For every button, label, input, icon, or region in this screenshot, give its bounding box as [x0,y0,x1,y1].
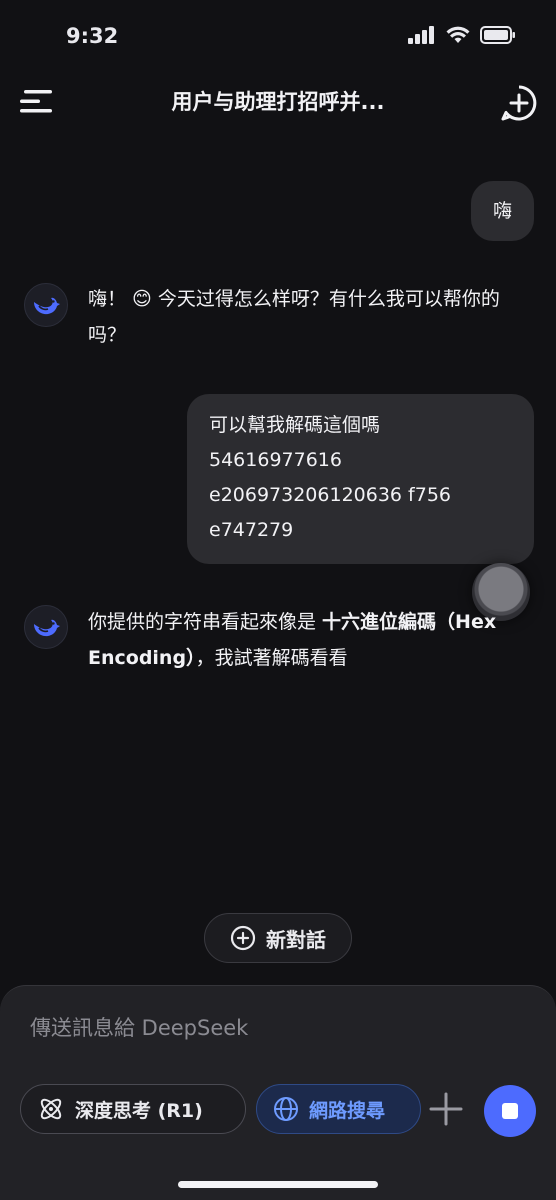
attach-plus-icon[interactable] [428,1090,464,1128]
assistant-message: 你提供的字符串看起來像是 十六進位編碼（Hex Encoding），我試著解碼看… [88,604,533,676]
plus-circle-icon [230,925,256,951]
deepseek-whale-icon [34,619,60,637]
status-time: 9:32 [66,24,119,48]
user-message-line: e747279 [209,519,294,541]
menu-icon[interactable] [18,88,54,114]
user-message: 可以幫我解碼這個嗎 54616977616 e206973206120636 f… [187,394,534,564]
status-icons [408,26,516,44]
new-chat-label: 新對話 [266,927,326,952]
assistant-message-text: 你提供的字符串看起來像是 [88,611,323,633]
deep-think-label: 深度思考 (R1) [75,1099,203,1122]
assistant-avatar [24,283,68,327]
assistant-message-text: ，我試著解碼看看 [195,647,348,669]
user-message: 嗨 [470,181,534,241]
user-message-line: e206973206120636 f756 [209,484,452,506]
chat-title: 用户与助理打招呼并... [171,90,385,114]
message-input[interactable]: 傳送訊息給 DeepSeek [30,1012,248,1042]
assistant-message: 嗨！ 😊 今天过得怎么样呀？有什么我可以帮你的吗？ [88,288,500,346]
user-message-text: 嗨 [492,199,512,222]
stop-icon [502,1103,518,1119]
user-message-line: 54616977616 [209,449,342,471]
new-chat-icon[interactable] [500,84,538,122]
globe-icon [274,1097,298,1121]
wifi-icon [446,26,470,43]
stop-generation-button[interactable] [484,1085,536,1137]
deepseek-whale-icon [34,297,60,315]
home-indicator [178,1181,378,1188]
web-search-label: 網路搜尋 [309,1099,386,1122]
deep-think-toggle[interactable]: 深度思考 (R1) [20,1084,246,1134]
new-chat-button[interactable]: 新對話 [204,913,352,963]
assistant-avatar [24,605,68,649]
atom-icon [40,1098,62,1120]
user-message-line: 可以幫我解碼這個嗎 [209,414,381,436]
battery-icon [480,26,515,44]
web-search-toggle[interactable]: 網路搜尋 [256,1084,421,1134]
signal-icon [408,26,434,44]
